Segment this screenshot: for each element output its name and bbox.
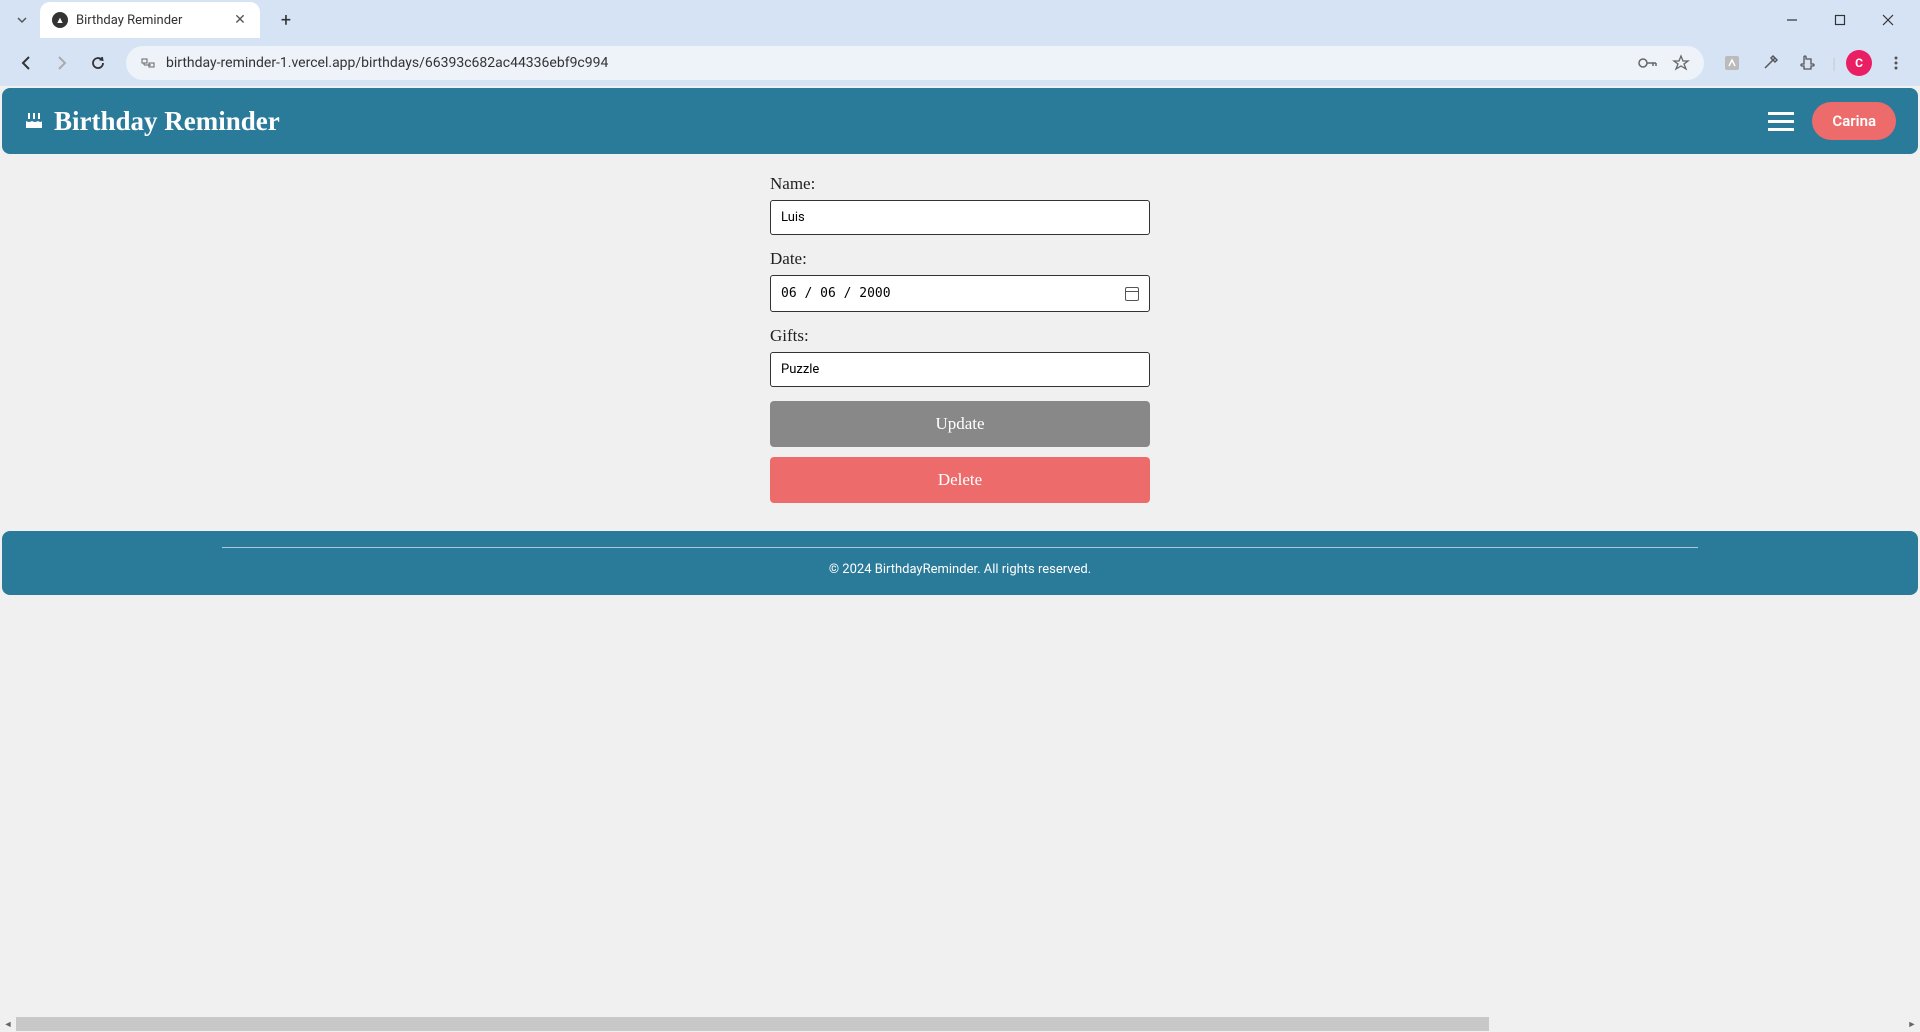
tab-search-dropdown[interactable]	[8, 6, 36, 34]
scrollbar-thumb[interactable]	[16, 1017, 1489, 1031]
address-bar[interactable]: birthday-reminder-1.vercel.app/birthdays…	[126, 46, 1704, 80]
scrollbar-track[interactable]	[16, 1017, 1904, 1031]
address-bar-icons	[1638, 54, 1690, 72]
footer-divider	[222, 547, 1698, 548]
scroll-left-arrow[interactable]: ◄	[0, 1016, 16, 1032]
calendar-icon[interactable]	[1125, 287, 1139, 301]
address-bar-row: birthday-reminder-1.vercel.app/birthdays…	[0, 40, 1920, 86]
user-name: Carina	[1832, 112, 1876, 130]
close-window-button[interactable]	[1868, 4, 1908, 36]
tab-title: Birthday Reminder	[76, 13, 224, 28]
date-field-group: Date: 06 / 06 / 2000	[770, 249, 1150, 312]
extension-icon-1[interactable]	[1718, 49, 1746, 77]
profile-letter: C	[1855, 56, 1863, 70]
header-right: Carina	[1768, 102, 1896, 140]
gifts-label: Gifts:	[770, 326, 1150, 346]
bookmark-star-icon[interactable]	[1672, 54, 1690, 72]
forward-button[interactable]	[46, 47, 78, 79]
extension-icon-2[interactable]	[1756, 49, 1784, 77]
user-badge[interactable]: Carina	[1812, 102, 1896, 140]
hamburger-line	[1768, 120, 1794, 123]
name-label: Name:	[770, 174, 1150, 194]
back-button[interactable]	[10, 47, 42, 79]
edit-birthday-form: Name: Date: 06 / 06 / 2000 Gifts: Update…	[760, 174, 1160, 513]
cake-icon	[24, 111, 44, 131]
tab-favicon-icon: ▲	[52, 12, 68, 28]
gifts-field-group: Gifts:	[770, 326, 1150, 387]
minimize-button[interactable]	[1772, 4, 1812, 36]
new-tab-button[interactable]: +	[272, 6, 300, 34]
app-title: Birthday Reminder	[54, 106, 280, 137]
tab-bar: ▲ Birthday Reminder ✕ +	[0, 0, 1920, 40]
delete-button[interactable]: Delete	[770, 457, 1150, 503]
reload-button[interactable]	[82, 47, 114, 79]
date-input[interactable]: 06 / 06 / 2000	[770, 275, 1150, 312]
app-logo[interactable]: Birthday Reminder	[24, 106, 280, 137]
app-header: Birthday Reminder Carina	[2, 88, 1918, 154]
chrome-menu-button[interactable]	[1882, 49, 1910, 77]
app-viewport: Birthday Reminder Carina Name: Date: 06 …	[0, 86, 1920, 1032]
browser-tab[interactable]: ▲ Birthday Reminder ✕	[40, 2, 260, 38]
scroll-right-arrow[interactable]: ►	[1904, 1016, 1920, 1032]
maximize-button[interactable]	[1820, 4, 1860, 36]
browser-chrome: ▲ Birthday Reminder ✕ +	[0, 0, 1920, 86]
horizontal-scrollbar[interactable]: ◄ ►	[0, 1016, 1920, 1032]
hamburger-menu-button[interactable]	[1768, 112, 1794, 131]
name-field-group: Name:	[770, 174, 1150, 235]
password-key-icon[interactable]	[1638, 56, 1658, 70]
toolbar-divider: |	[1832, 54, 1836, 73]
toolbar-icons: | C	[1718, 49, 1910, 77]
profile-avatar[interactable]: C	[1846, 50, 1872, 76]
name-input[interactable]	[770, 200, 1150, 235]
hamburger-line	[1768, 128, 1794, 131]
url-text: birthday-reminder-1.vercel.app/birthdays…	[166, 55, 1628, 71]
gifts-input[interactable]	[770, 352, 1150, 387]
app-footer: © 2024 BirthdayReminder. All rights rese…	[2, 531, 1918, 595]
update-button[interactable]: Update	[770, 401, 1150, 447]
site-info-icon[interactable]	[140, 55, 156, 71]
date-value: 06 / 06 / 2000	[781, 286, 891, 301]
date-label: Date:	[770, 249, 1150, 269]
extensions-puzzle-icon[interactable]	[1794, 49, 1822, 77]
window-controls	[1772, 4, 1920, 36]
footer-copyright: © 2024 BirthdayReminder. All rights rese…	[2, 562, 1918, 577]
tab-close-button[interactable]: ✕	[232, 12, 248, 28]
hamburger-line	[1768, 112, 1794, 115]
